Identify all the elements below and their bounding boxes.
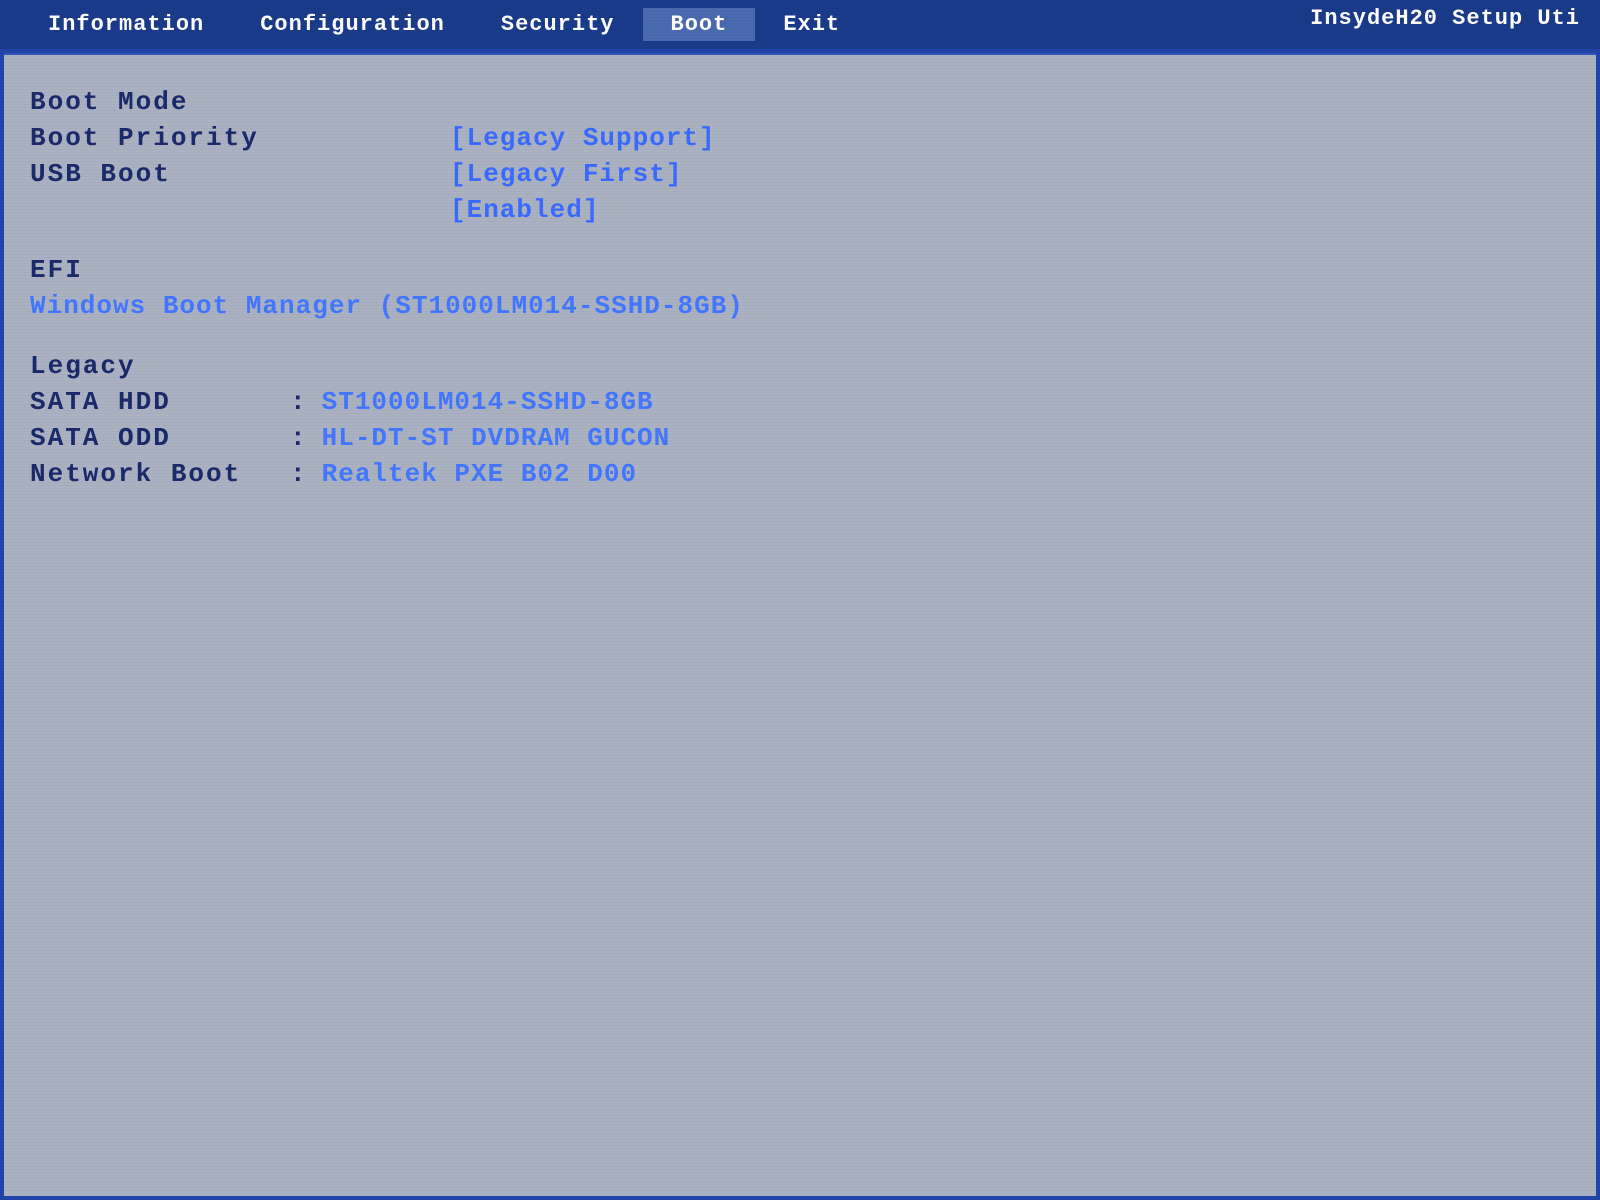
menu-item-boot[interactable]: Boot [643,8,756,41]
sata-odd-label: SATA ODD [30,423,290,453]
boot-priority-value: [Legacy Support] [450,123,716,153]
sata-odd-row[interactable]: SATA ODD : HL-DT-ST DVDRAM GUCON [30,423,1570,453]
usb-boot-label: USB Boot [30,159,450,189]
menu-items: Information Configuration Security Boot … [0,8,868,41]
boot-mode-label: Boot Mode [30,87,450,117]
menu-item-exit[interactable]: Exit [755,8,868,41]
network-boot-label: Network Boot [30,459,290,489]
gap1 [30,231,1570,255]
left-border [0,0,4,1200]
efi-heading-row: EFI [30,255,1570,285]
gap2 [30,327,1570,351]
efi-heading: EFI [30,255,83,285]
network-boot-colon: : [290,459,306,489]
boot-mode-row: Boot Mode [30,87,1570,117]
menu-item-information[interactable]: Information [20,8,232,41]
legacy-heading: Legacy [30,351,136,381]
network-boot-value: Realtek PXE B02 D00 [322,459,637,489]
boot-priority-label: Boot Priority [30,123,450,153]
usb-boot-row[interactable]: USB Boot [Legacy First] [30,159,1570,189]
main-content: Boot Mode Boot Priority [Legacy Support]… [0,57,1600,525]
legacy-heading-row: Legacy [30,351,1570,381]
menu-item-security[interactable]: Security [473,8,643,41]
menu-item-configuration[interactable]: Configuration [232,8,473,41]
sata-odd-colon: : [290,423,306,453]
efi-entry-row[interactable]: Windows Boot Manager (ST1000LM014-SSHD-8… [30,291,1570,321]
enabled-value: [Enabled] [450,195,599,225]
sata-hdd-row[interactable]: SATA HDD : ST1000LM014-SSHD-8GB [30,387,1570,417]
sata-odd-value: HL-DT-ST DVDRAM GUCON [322,423,671,453]
sata-hdd-value: ST1000LM014-SSHD-8GB [322,387,654,417]
efi-entry: Windows Boot Manager (ST1000LM014-SSHD-8… [30,291,744,321]
bottom-border [0,1196,1600,1200]
bios-title: InsydeH20 Setup Uti [1310,6,1580,31]
boot-priority-row[interactable]: Boot Priority [Legacy Support] [30,123,1570,153]
usb-boot-value: [Legacy First] [450,159,682,189]
right-border [1596,0,1600,1200]
sata-hdd-colon: : [290,387,306,417]
top-border-line2 [0,53,1600,55]
bios-screen: InsydeH20 Setup Uti Information Configur… [0,0,1600,1200]
network-boot-row[interactable]: Network Boot : Realtek PXE B02 D00 [30,459,1570,489]
sata-hdd-label: SATA HDD [30,387,290,417]
enabled-row: [Enabled] [30,195,1570,225]
menu-bar: InsydeH20 Setup Uti Information Configur… [0,0,1600,49]
